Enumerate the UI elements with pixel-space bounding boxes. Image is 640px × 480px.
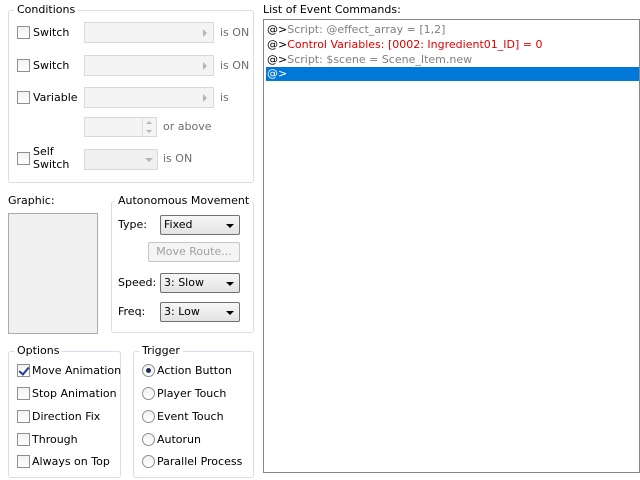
variable-or-above: or above (163, 120, 212, 133)
command-text: Script: @effect_array = [1,2] (287, 23, 446, 36)
move-animation-label: Move Animation (32, 364, 122, 377)
self-switch-suffix: is ON (163, 152, 193, 165)
variable-checkbox[interactable] (17, 91, 30, 104)
chevron-down-icon (145, 158, 153, 162)
command-prefix: @> (267, 23, 288, 36)
self-switch-label-line1: Self (33, 145, 54, 158)
type-select[interactable]: Fixed (160, 215, 240, 235)
command-row[interactable]: @>Script: @effect_array = [1,2] (266, 23, 639, 37)
speed-select[interactable]: 3: Slow (160, 273, 240, 293)
always-on-top-label: Always on Top (32, 455, 110, 468)
move-route-button[interactable]: Move Route... (148, 242, 240, 262)
variable-label: Variable (33, 91, 78, 104)
speed-value: 3: Slow (164, 276, 204, 289)
trigger-title: Trigger (139, 344, 183, 357)
stepper-buttons[interactable] (142, 118, 156, 136)
conditions-title: Conditions (14, 3, 79, 16)
self-switch-combo[interactable] (84, 149, 158, 170)
stop-animation-label: Stop Animation (32, 387, 117, 400)
parallel-process-label: Parallel Process (157, 455, 243, 468)
switch2-suffix: is ON (220, 59, 250, 72)
type-value: Fixed (164, 218, 193, 231)
speed-label: Speed: (118, 276, 157, 289)
stop-animation-checkbox[interactable] (17, 387, 30, 400)
options-title: Options (14, 344, 63, 357)
chevron-down-icon (226, 282, 234, 286)
event-touch-radio[interactable] (142, 410, 155, 423)
direction-fix-label: Direction Fix (32, 410, 101, 423)
self-switch-checkbox[interactable] (17, 152, 30, 165)
switch1-selector[interactable] (84, 22, 214, 43)
player-touch-label: Player Touch (157, 387, 227, 400)
command-prefix: @> (267, 38, 288, 51)
self-switch-label-line2: Switch (33, 158, 70, 171)
switch2-checkbox[interactable] (17, 59, 30, 72)
event-commands-list[interactable]: @>Script: @effect_array = [1,2] @>Contro… (263, 19, 640, 473)
command-prefix: @> (267, 53, 288, 66)
chevron-down-icon (226, 311, 234, 315)
always-on-top-checkbox[interactable] (17, 455, 30, 468)
through-label: Through (32, 433, 78, 446)
autorun-radio[interactable] (142, 433, 155, 446)
arrow-up-icon (146, 121, 152, 124)
chevron-down-icon (226, 224, 234, 228)
chevron-right-icon (203, 93, 207, 102)
variable-value-stepper[interactable] (84, 117, 157, 137)
arrow-down-icon (146, 130, 152, 133)
move-animation-checkbox[interactable] (17, 364, 30, 377)
command-row[interactable]: @>Script: $scene = Scene_Item.new (266, 53, 639, 67)
freq-value: 3: Low (164, 305, 200, 318)
graphic-preview[interactable] (8, 213, 98, 334)
switch1-suffix: is ON (220, 26, 250, 39)
autonomous-movement-title: Autonomous Movement (115, 194, 253, 207)
freq-label: Freq: (118, 305, 146, 318)
event-touch-label: Event Touch (157, 410, 224, 423)
through-checkbox[interactable] (17, 433, 30, 446)
command-row-selected[interactable]: @> (266, 67, 639, 81)
action-button-label: Action Button (157, 364, 232, 377)
variable-suffix: is (220, 91, 229, 104)
action-button-radio[interactable] (142, 364, 155, 377)
direction-fix-checkbox[interactable] (17, 410, 30, 423)
player-touch-radio[interactable] (142, 387, 155, 400)
chevron-right-icon (203, 61, 207, 70)
type-label: Type: (118, 218, 147, 231)
command-prefix: @> (267, 67, 288, 80)
chevron-right-icon (203, 28, 207, 37)
graphic-label: Graphic: (8, 194, 55, 207)
autorun-label: Autorun (157, 433, 202, 446)
switch1-label: Switch (33, 26, 70, 39)
switch2-label: Switch (33, 59, 70, 72)
command-text: Control Variables: [0002: Ingredient01_I… (287, 38, 543, 51)
parallel-process-radio[interactable] (142, 455, 155, 468)
freq-select[interactable]: 3: Low (160, 302, 240, 322)
switch1-checkbox[interactable] (17, 26, 30, 39)
command-row[interactable]: @>Control Variables: [0002: Ingredient01… (266, 38, 639, 52)
command-text: Script: $scene = Scene_Item.new (287, 53, 473, 66)
switch2-selector[interactable] (84, 55, 214, 76)
variable-selector[interactable] (84, 87, 214, 108)
event-commands-title: List of Event Commands: (263, 3, 401, 16)
